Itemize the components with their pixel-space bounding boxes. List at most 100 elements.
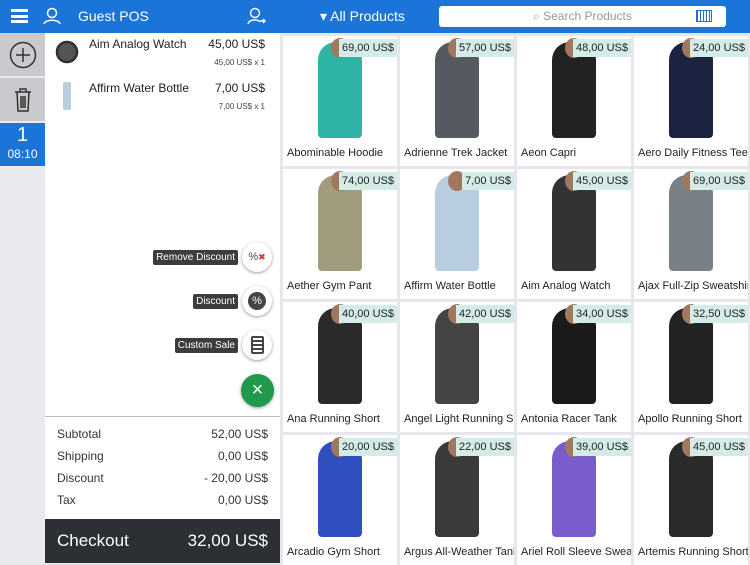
checkout-label: Checkout bbox=[57, 531, 129, 550]
pos-title: Guest POS bbox=[78, 8, 149, 24]
custom-sale-action[interactable]: Custom Sale bbox=[174, 330, 272, 360]
product-price: 22,00 US$ bbox=[456, 438, 514, 456]
item-qty: 45,00 US$ x 1 bbox=[214, 58, 265, 67]
product-price: 57,00 US$ bbox=[456, 39, 514, 57]
product-card[interactable]: 34,00 US$ Antonia Racer Tank bbox=[517, 302, 631, 432]
label: Shipping bbox=[57, 449, 104, 463]
product-name: Ariel Roll Sleeve Sweatshirt bbox=[521, 546, 631, 558]
value: 0,00 US$ bbox=[217, 449, 268, 463]
product-name: Antonia Racer Tank bbox=[521, 413, 617, 425]
product-price: 40,00 US$ bbox=[339, 305, 397, 323]
cart-line[interactable]: Affirm Water Bottle 7,00 US$ 7,00 US$ x … bbox=[45, 77, 280, 121]
checkout-total: 32,00 US$ bbox=[187, 531, 268, 550]
plus-circle-icon bbox=[9, 41, 36, 68]
discount-action[interactable]: Discount% bbox=[193, 286, 272, 316]
item-name: Affirm Water Bottle bbox=[89, 81, 190, 95]
product-card[interactable]: 74,00 US$ Aether Gym Pant bbox=[283, 169, 397, 299]
product-name: Argus All-Weather Tank bbox=[404, 546, 514, 558]
product-name: Angel Light Running Short bbox=[404, 413, 514, 425]
order-number: 1 bbox=[16, 124, 29, 146]
discount-row: Discount - 20,00 US$ bbox=[45, 471, 280, 493]
product-name: Aeon Capri bbox=[521, 147, 577, 159]
item-name: Aim Analog Watch bbox=[89, 37, 187, 51]
product-name: Affirm Water Bottle bbox=[404, 280, 496, 292]
product-card[interactable]: 69,00 US$ Ajax Full-Zip Sweatshirt bbox=[634, 169, 748, 299]
product-name: Ana Running Short bbox=[287, 413, 380, 425]
value: 0,00 US$ bbox=[217, 493, 268, 507]
product-price: 24,00 US$ bbox=[690, 39, 748, 57]
remove-discount-icon[interactable]: % ✖ bbox=[242, 242, 272, 272]
product-price: 7,00 US$ bbox=[462, 172, 514, 190]
product-card[interactable]: 39,00 US$ Ariel Roll Sleeve Sweatshirt bbox=[517, 435, 631, 565]
product-price: 39,00 US$ bbox=[573, 438, 631, 456]
product-price: 69,00 US$ bbox=[690, 172, 748, 190]
category-dropdown[interactable]: ▾ All Products bbox=[320, 8, 405, 25]
product-card[interactable]: 69,00 US$ Abominable Hoodie bbox=[283, 36, 397, 166]
product-card[interactable]: 32,50 US$ Apollo Running Short bbox=[634, 302, 748, 432]
totals: Subtotal 52,00 US$ Shipping 0,00 US$ Disco… bbox=[45, 416, 280, 515]
product-name: Apollo Running Short bbox=[638, 413, 742, 425]
value: - 20,00 US$ bbox=[203, 471, 268, 485]
remove-discount-action[interactable]: Remove Discount% ✖ bbox=[153, 242, 272, 272]
menu-icon[interactable] bbox=[11, 9, 28, 23]
product-price: 69,00 US$ bbox=[339, 39, 397, 57]
product-card[interactable]: 40,00 US$ Ana Running Short bbox=[283, 302, 397, 432]
cart-panel: Aim Analog Watch 45,00 US$ 45,00 US$ x 1… bbox=[45, 33, 280, 563]
order-rail: 1 08:10 bbox=[0, 33, 45, 563]
checkout-button[interactable]: Checkout 32,00 US$ bbox=[45, 519, 280, 563]
order-time: 08:10 bbox=[7, 147, 38, 161]
close-actions-button[interactable]: × bbox=[241, 374, 274, 407]
product-name: Adrienne Trek Jacket bbox=[404, 147, 508, 159]
product-price: 45,00 US$ bbox=[573, 172, 631, 190]
search-placeholder: Search Products bbox=[543, 9, 632, 23]
product-card[interactable]: 45,00 US$ Artemis Running Short bbox=[634, 435, 748, 565]
action-label: Custom Sale bbox=[174, 337, 238, 353]
category-label: All Products bbox=[330, 8, 405, 24]
product-price: 48,00 US$ bbox=[573, 39, 631, 57]
tax-row: Tax 0,00 US$ bbox=[45, 493, 280, 515]
product-card[interactable]: 48,00 US$ Aeon Capri bbox=[517, 36, 631, 166]
product-price: 45,00 US$ bbox=[690, 438, 748, 456]
product-name: Ajax Full-Zip Sweatshirt bbox=[638, 280, 748, 292]
customer-switch-icon[interactable] bbox=[246, 6, 266, 26]
product-price: 32,50 US$ bbox=[690, 305, 748, 323]
value: 52,00 US$ bbox=[211, 427, 268, 441]
label: Discount bbox=[57, 471, 104, 485]
watch-thumbnail bbox=[55, 38, 79, 66]
order-tab[interactable]: 1 08:10 bbox=[0, 123, 45, 166]
product-price: 20,00 US$ bbox=[339, 438, 397, 456]
search-input[interactable]: ⌕ Search Products bbox=[439, 6, 726, 27]
new-order-button[interactable] bbox=[0, 33, 45, 77]
user-icon[interactable] bbox=[43, 7, 61, 25]
product-card[interactable]: 24,00 US$ Aero Daily Fitness Tee bbox=[634, 36, 748, 166]
product-card[interactable]: 20,00 US$ Arcadio Gym Short bbox=[283, 435, 397, 565]
delete-order-button[interactable] bbox=[0, 78, 45, 122]
action-label: Discount bbox=[193, 293, 238, 309]
product-price: 34,00 US$ bbox=[573, 305, 631, 323]
subtotal-row: Subtotal 52,00 US$ bbox=[45, 427, 280, 449]
product-name: Arcadio Gym Short bbox=[287, 546, 380, 558]
shipping-row: Shipping 0,00 US$ bbox=[45, 449, 280, 471]
label: Subtotal bbox=[57, 427, 102, 441]
product-name: Abominable Hoodie bbox=[287, 147, 384, 159]
product-price: 74,00 US$ bbox=[339, 172, 397, 190]
product-card[interactable]: 57,00 US$ Adrienne Trek Jacket bbox=[400, 36, 514, 166]
action-label: Remove Discount bbox=[153, 249, 238, 265]
product-card[interactable]: 7,00 US$ Affirm Water Bottle bbox=[400, 169, 514, 299]
barcode-icon[interactable] bbox=[696, 10, 712, 22]
product-card[interactable]: 45,00 US$ Aim Analog Watch bbox=[517, 169, 631, 299]
product-name: Aim Analog Watch bbox=[521, 280, 611, 292]
item-price: 7,00 US$ bbox=[214, 81, 265, 95]
discount-icon[interactable]: % bbox=[242, 286, 272, 316]
top-bar: Guest POS ▾ All Products ⌕ Search Produc… bbox=[0, 0, 750, 33]
search-icon: ⌕ bbox=[533, 9, 540, 23]
item-price: 45,00 US$ bbox=[208, 37, 265, 51]
product-card[interactable]: 42,00 US$ Angel Light Running Short bbox=[400, 302, 514, 432]
product-card[interactable]: 22,00 US$ Argus All-Weather Tank bbox=[400, 435, 514, 565]
close-icon: × bbox=[251, 379, 264, 401]
cart-line[interactable]: Aim Analog Watch 45,00 US$ 45,00 US$ x 1 bbox=[45, 33, 280, 77]
trash-icon bbox=[14, 87, 31, 112]
item-qty: 7,00 US$ x 1 bbox=[218, 102, 265, 111]
product-name: Aether Gym Pant bbox=[287, 280, 372, 292]
calculator-icon[interactable] bbox=[242, 330, 272, 360]
